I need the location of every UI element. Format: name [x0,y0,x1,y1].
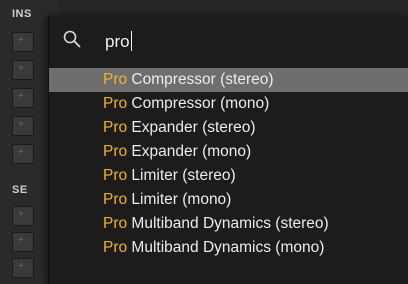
search-result-item[interactable]: Pro Expander (mono) [49,140,408,164]
plus-icon: + [18,261,24,272]
text-caret [130,31,132,51]
send-slot[interactable]: + [12,232,34,252]
plus-icon: + [18,209,24,220]
plus-icon: + [18,235,24,246]
search-icon [63,30,81,48]
result-name-text: Expander (stereo) [127,119,256,136]
search-result-item[interactable]: Pro Compressor (stereo) [49,68,408,92]
search-result-item[interactable]: Pro Multiband Dynamics (stereo) [49,212,408,236]
result-match-text: Pro [103,143,128,160]
result-name-text: Multiband Dynamics (mono) [127,239,325,256]
result-name-text: Limiter (stereo) [127,167,236,184]
result-name-text: Compressor (mono) [127,95,270,112]
insert-slot[interactable]: + [12,144,34,164]
insert-slot[interactable]: + [12,88,34,108]
insert-slot[interactable]: + [12,32,34,52]
plus-icon: + [18,147,24,158]
result-name-text: Multiband Dynamics (stereo) [127,215,329,232]
plus-icon: + [18,63,24,74]
result-name-text: Expander (mono) [127,143,252,160]
result-match-text: Pro [103,95,128,112]
search-result-item[interactable]: Pro Limiter (stereo) [49,164,408,188]
result-match-text: Pro [103,71,128,88]
search-result-item[interactable]: Pro Limiter (mono) [49,188,408,212]
result-match-text: Pro [103,167,128,184]
search-result-item[interactable]: Pro Expander (stereo) [49,116,408,140]
plugin-search-popup: Pro Compressor (stereo)Pro Compressor (m… [48,16,408,284]
search-result-item[interactable]: Pro Compressor (mono) [49,92,408,116]
search-result-item[interactable]: Pro Multiband Dynamics (mono) [49,236,408,260]
inserts-section-label: INS [12,8,32,20]
result-name-text: Compressor (stereo) [127,71,274,88]
result-name-text: Limiter (mono) [127,191,232,208]
insert-slot[interactable]: + [12,60,34,80]
result-match-text: Pro [103,119,128,136]
result-match-text: Pro [103,215,128,232]
search-bar [49,16,408,69]
send-slot[interactable]: + [12,206,34,226]
search-input[interactable] [105,30,395,54]
sends-section-label: SE [12,184,28,196]
send-slot[interactable]: + [12,258,34,278]
insert-slot[interactable]: + [12,116,34,136]
result-match-text: Pro [103,191,128,208]
plus-icon: + [18,119,24,130]
plus-icon: + [18,91,24,102]
result-match-text: Pro [103,239,128,256]
plus-icon: + [18,35,24,46]
search-results-list: Pro Compressor (stereo) Pro Compressor (m… [49,68,408,284]
